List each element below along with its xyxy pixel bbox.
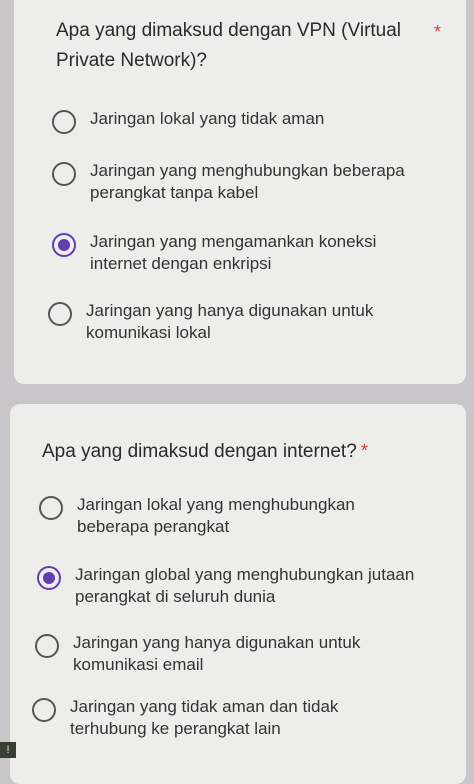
required-asterisk: * xyxy=(434,22,442,42)
radio-unchecked-icon[interactable] xyxy=(52,162,76,186)
option-label: Jaringan lokal yang tidak aman xyxy=(90,109,325,128)
option-label: Jaringan yang tidak aman dan tidak terhu… xyxy=(70,697,339,738)
question-card-vpn: Apa yang dimaksud dengan VPN (Virtual Pr… xyxy=(14,0,466,384)
option-vpn-4[interactable]: Jaringan yang hanya digunakan untuk komu… xyxy=(48,300,426,344)
radio-unchecked-icon[interactable] xyxy=(39,496,63,520)
option-vpn-3[interactable]: Jaringan yang mengamankan koneksi intern… xyxy=(52,231,430,275)
option-label: Jaringan lokal yang menghubungkan bebera… xyxy=(77,495,355,536)
option-label: Jaringan yang menghubungkan beberapa per… xyxy=(90,161,405,202)
notification-icon[interactable]: ! xyxy=(0,742,16,758)
question-title-internet: Apa yang dimaksud dengan internet? * xyxy=(42,437,442,467)
option-vpn-2[interactable]: Jaringan yang menghubungkan beberapa per… xyxy=(52,160,430,204)
option-internet-3[interactable]: Jaringan yang hanya digunakan untuk komu… xyxy=(35,632,413,676)
radio-checked-icon[interactable] xyxy=(52,233,76,257)
option-label: Jaringan global yang menghubungkan jutaa… xyxy=(75,565,415,606)
option-label: Jaringan yang mengamankan koneksi intern… xyxy=(90,232,377,273)
required-asterisk: * xyxy=(360,441,369,462)
radio-unchecked-icon[interactable] xyxy=(32,698,56,722)
option-label: Jaringan yang hanya digunakan untuk komu… xyxy=(86,301,374,342)
question-card-internet: Apa yang dimaksud dengan internet? * Jari… xyxy=(10,404,466,784)
radio-checked-icon[interactable] xyxy=(37,566,61,590)
radio-unchecked-icon[interactable] xyxy=(52,110,76,134)
option-label: Jaringan yang hanya digunakan untuk komu… xyxy=(73,633,361,674)
option-internet-2[interactable]: Jaringan global yang menghubungkan jutaa… xyxy=(37,564,415,608)
option-internet-4[interactable]: Jaringan yang tidak aman dan tidak terhu… xyxy=(32,696,410,740)
question-text: Apa yang dimaksud dengan internet? xyxy=(42,441,357,462)
radio-unchecked-icon[interactable] xyxy=(48,302,72,326)
radio-unchecked-icon[interactable] xyxy=(35,634,59,658)
question-title-vpn: Apa yang dimaksud dengan VPN (Virtual Pr… xyxy=(56,20,402,71)
option-vpn-1[interactable]: Jaringan lokal yang tidak aman xyxy=(52,108,430,134)
option-internet-1[interactable]: Jaringan lokal yang menghubungkan bebera… xyxy=(39,494,417,538)
